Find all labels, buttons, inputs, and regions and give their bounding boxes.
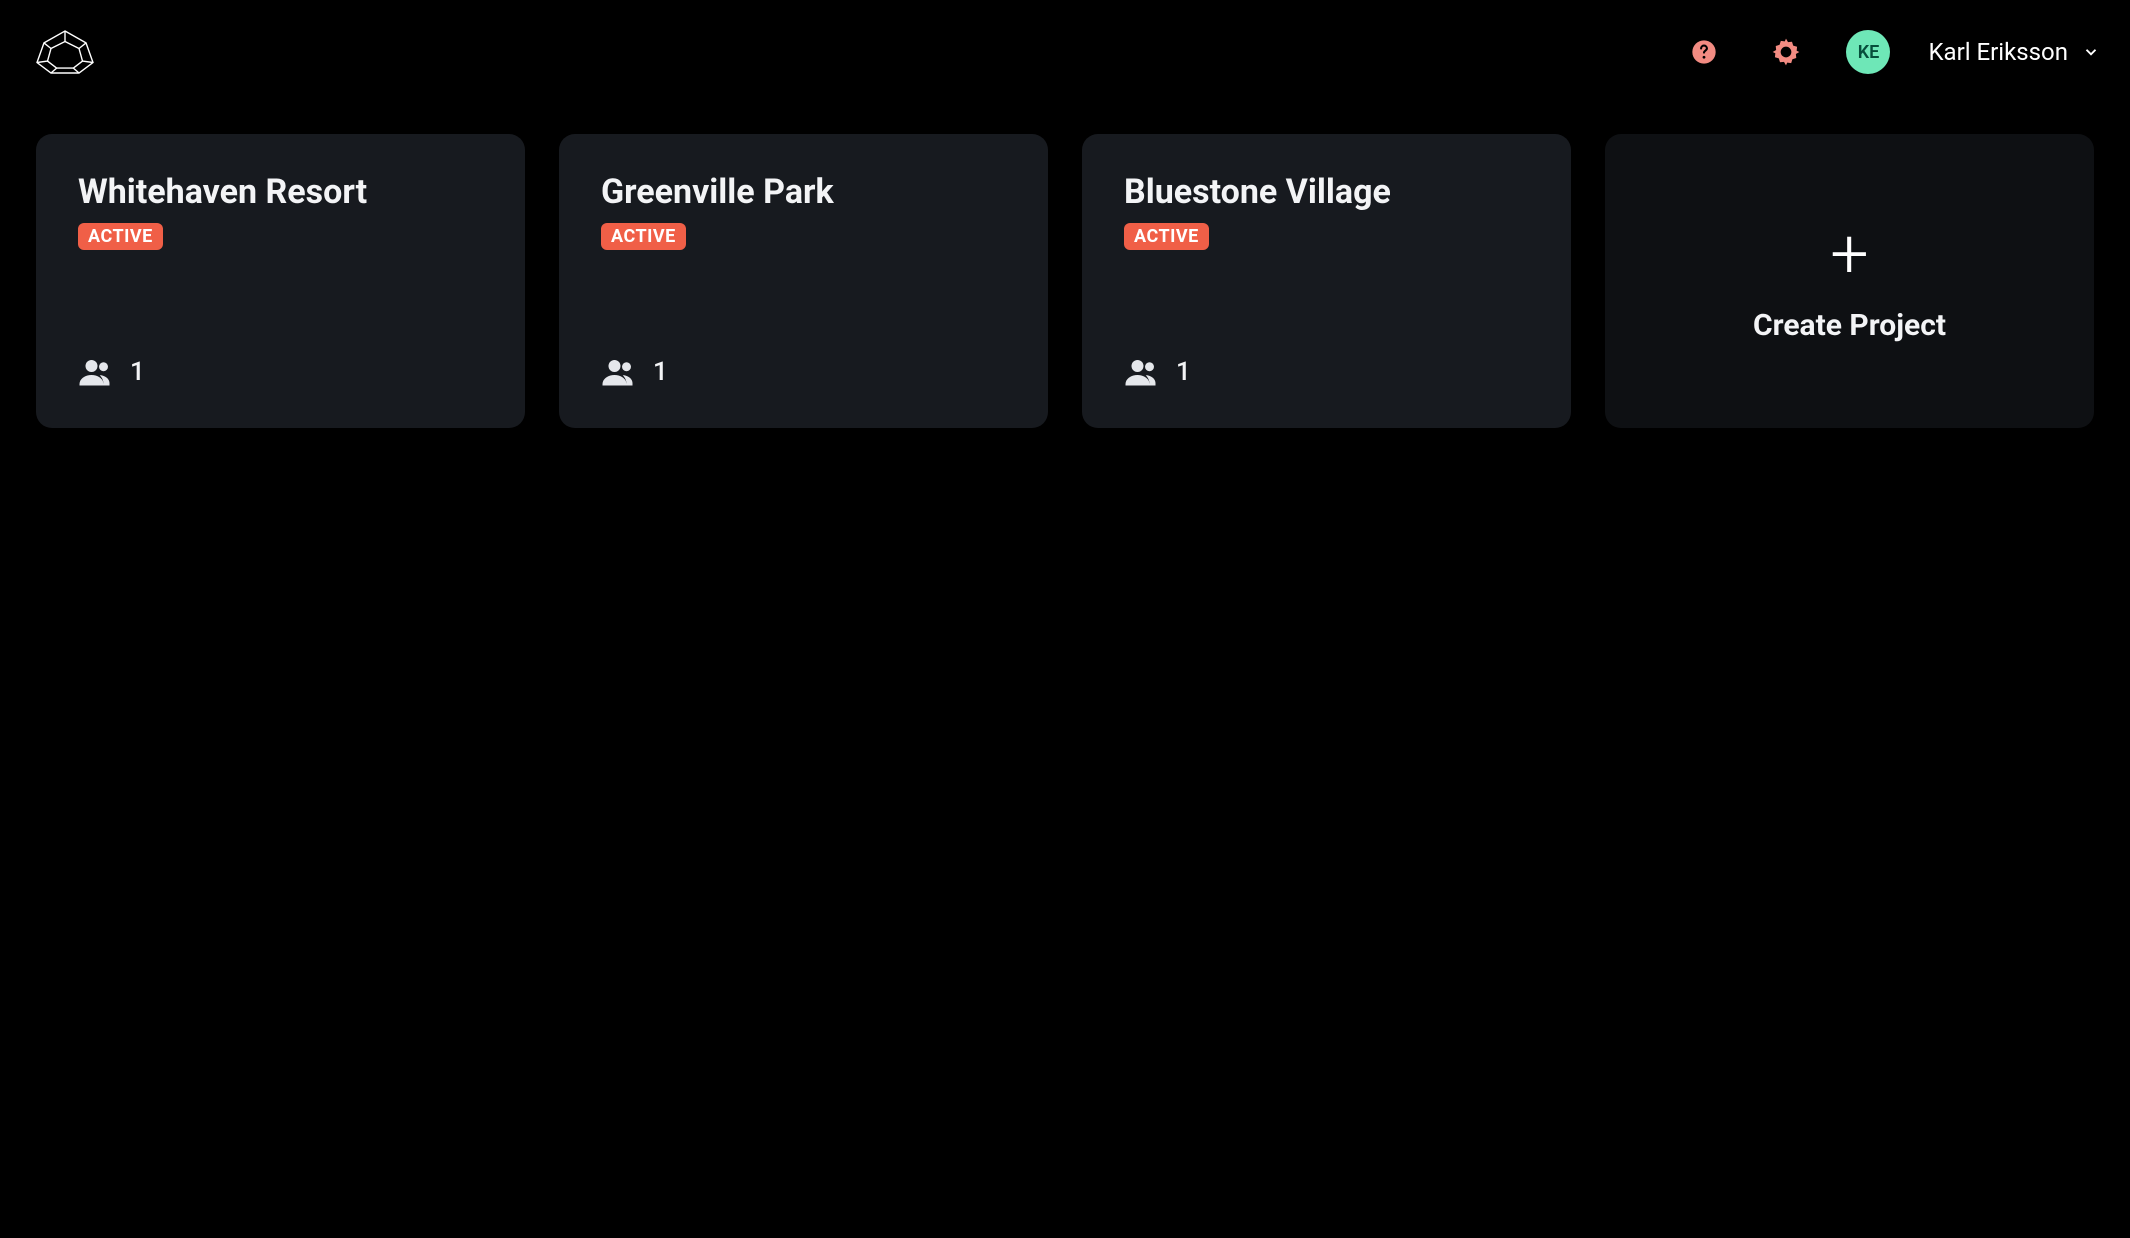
plus-icon: +	[1830, 220, 1868, 288]
project-card[interactable]: Whitehaven Resort ACTIVE 1	[36, 134, 525, 428]
user-name: Karl Eriksson	[1928, 38, 2068, 66]
help-button[interactable]	[1682, 30, 1726, 74]
project-title: Greenville Park	[601, 172, 1006, 213]
members-icon	[78, 354, 114, 390]
header-right: KE Karl Eriksson	[1682, 30, 2100, 74]
app-logo[interactable]	[30, 27, 100, 77]
project-footer: 1	[601, 354, 1006, 390]
projects-grid: Whitehaven Resort ACTIVE 1 Greenville Pa…	[0, 104, 2130, 458]
help-icon	[1690, 38, 1718, 66]
status-badge: ACTIVE	[78, 223, 163, 250]
create-project-card[interactable]: + Create Project	[1605, 134, 2094, 428]
user-initials: KE	[1858, 42, 1880, 63]
project-card[interactable]: Bluestone Village ACTIVE 1	[1082, 134, 1571, 428]
members-icon	[1124, 354, 1160, 390]
gear-icon	[1770, 36, 1802, 68]
status-badge: ACTIVE	[1124, 223, 1209, 250]
project-footer: 1	[78, 354, 483, 390]
project-card[interactable]: Greenville Park ACTIVE 1	[559, 134, 1048, 428]
create-project-label: Create Project	[1753, 308, 1946, 343]
project-title: Whitehaven Resort	[78, 172, 483, 213]
header: KE Karl Eriksson	[0, 0, 2130, 104]
member-count: 1	[130, 357, 145, 387]
settings-button[interactable]	[1764, 30, 1808, 74]
user-avatar[interactable]: KE	[1846, 30, 1890, 74]
user-menu[interactable]: Karl Eriksson	[1928, 38, 2100, 66]
chevron-down-icon	[2082, 43, 2100, 61]
member-count: 1	[653, 357, 668, 387]
status-badge: ACTIVE	[601, 223, 686, 250]
project-footer: 1	[1124, 354, 1529, 390]
members-icon	[601, 354, 637, 390]
logo-icon	[30, 27, 100, 77]
project-title: Bluestone Village	[1124, 172, 1529, 213]
member-count: 1	[1176, 357, 1191, 387]
